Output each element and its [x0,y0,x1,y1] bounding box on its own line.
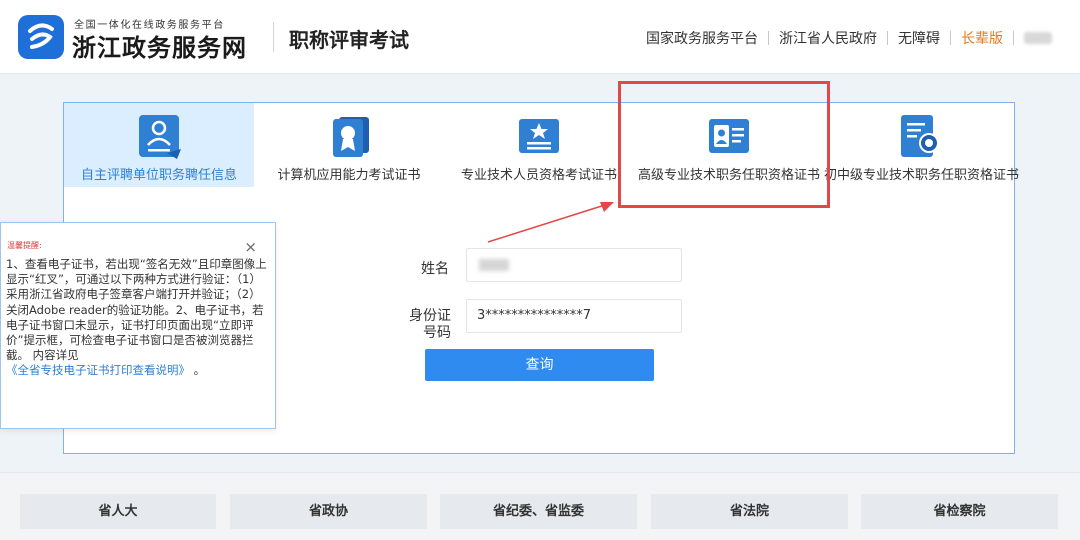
footer-link-cppcc[interactable]: 省政协 [230,494,427,529]
tab-computer-cert[interactable]: 计算机应用能力考试证书 [254,103,444,187]
site-header: 全国一体化在线政务服务平台 浙江政务服务网 职称评审考试 国家政务服务平台 浙江… [0,0,1080,74]
tab-unit-appointment[interactable]: 自主评聘单位职务聘任信息 [64,103,254,187]
tab-professional-qualification[interactable]: 专业技术人员资格考试证书 [444,103,634,187]
tab-label: 初中级专业技术职务任职资格证书 [824,168,1020,183]
tip-title: 温馨提醒: [7,241,42,250]
footer-link-procuratorate[interactable]: 省检察院 [861,494,1058,529]
certificate-tabs: 自主评聘单位职务聘任信息 计算机应用能力考试证书 专业技术人员资格考试证书 高级… [64,103,1020,187]
page-title: 职称评审考试 [289,28,409,52]
id-number-input[interactable]: 3***************7 [466,299,682,333]
star-card-icon [519,119,559,153]
document-seal-icon [901,115,939,157]
logo-title[interactable]: 浙江政务服务网 [72,28,247,63]
user-avatar[interactable] [1024,32,1052,44]
link-accessibility[interactable]: 无障碍 [888,28,950,48]
certificate-stack-icon [333,117,369,157]
link-national-platform[interactable]: 国家政务服务平台 [636,28,768,48]
link-provincial-gov[interactable]: 浙江省人民政府 [769,28,887,48]
tip-guide-link[interactable]: 《全省专技电子证书打印查看说明》 [6,363,190,377]
tab-label: 自主评聘单位职务聘任信息 [80,168,237,183]
name-input[interactable] [466,248,682,282]
nav-divider [1013,31,1014,45]
person-doc-icon [139,115,181,159]
tip-popup: 温馨提醒: × 1、查看电子证书，若出现“签名无效”且印章图像上显示“红叉”，可… [0,222,276,429]
footer-link-congress[interactable]: 省人大 [20,494,216,529]
link-elder-mode[interactable]: 长辈版 [951,28,1013,48]
tab-junior-title-cert[interactable]: 初中级专业技术职务任职资格证书 [824,103,1020,187]
tab-label: 计算机应用能力考试证书 [277,168,421,183]
top-nav: 国家政务服务平台 浙江省人民政府 无障碍 长辈版 [636,28,1052,48]
zhejiang-logo-icon[interactable] [18,15,64,59]
id-number-label: 身份证号码 [409,308,451,341]
tip-end: 。 [193,363,206,378]
name-label: 姓名 [421,261,449,277]
footer-link-court[interactable]: 省法院 [651,494,848,529]
tip-body: 1、查看电子证书，若出现“签名无效”且印章图像上显示“红叉”，可通过以下两种方式… [6,257,268,379]
site-footer: 省人大 省政协 省纪委、省监委 省法院 省检察院 [0,472,1080,540]
footer-link-discipline[interactable]: 省纪委、省监委 [440,494,637,529]
annotation-arrow [487,202,614,243]
header-divider [273,22,274,52]
annotation-highlight-box [618,81,830,208]
query-button[interactable]: 查询 [425,349,654,381]
tab-label: 专业技术人员资格考试证书 [460,168,617,183]
close-icon[interactable]: × [244,238,257,256]
tip-text: 1、查看电子证书，若出现“签名无效”且印章图像上显示“红叉”，可通过以下两种方式… [6,257,267,363]
name-value-redacted [479,259,509,271]
